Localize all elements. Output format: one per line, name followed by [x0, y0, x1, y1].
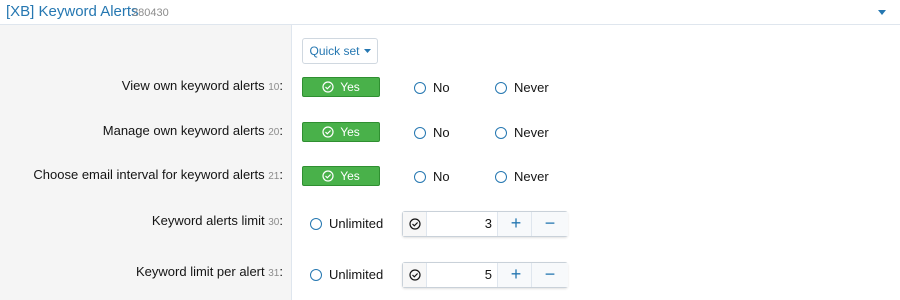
- radio-icon[interactable]: [495, 81, 507, 94]
- keyword-alerts-panel: [XB] Keyword Alerts 280430 View own keyw…: [0, 0, 900, 300]
- radio-icon[interactable]: [414, 126, 426, 139]
- panel-title[interactable]: [XB] Keyword Alerts: [6, 2, 139, 22]
- row-label-view-own: View own keyword alerts 10:: [121, 78, 283, 93]
- radio-icon[interactable]: [310, 217, 322, 230]
- limit-per-alert-stepper[interactable]: 5 + −: [402, 262, 568, 288]
- yes-option-manage-own[interactable]: Yes: [302, 122, 380, 142]
- decrement-button[interactable]: −: [531, 263, 568, 287]
- check-circle-icon: [322, 126, 334, 138]
- no-option-manage-own[interactable]: No: [414, 125, 450, 140]
- row-label-limit-per-alert: Keyword limit per alert 31:: [136, 264, 283, 279]
- labels-column: View own keyword alerts 10: Manage own k…: [0, 25, 292, 300]
- increment-button[interactable]: +: [497, 212, 534, 236]
- alerts-limit-value[interactable]: 3: [427, 212, 497, 236]
- decrement-button[interactable]: −: [531, 212, 568, 236]
- unlimited-option-alerts-limit[interactable]: Unlimited: [310, 216, 383, 231]
- increment-button[interactable]: +: [497, 263, 534, 287]
- collapse-toggle-icon[interactable]: [876, 6, 888, 18]
- radio-icon[interactable]: [310, 268, 322, 281]
- check-circle-icon: [322, 81, 334, 93]
- radio-icon[interactable]: [414, 81, 426, 94]
- check-circle-icon[interactable]: [403, 263, 427, 287]
- row-label-manage-own: Manage own keyword alerts 20:: [102, 123, 283, 138]
- row-label-alerts-limit: Keyword alerts limit 30:: [151, 213, 283, 228]
- panel-header[interactable]: [XB] Keyword Alerts 280430: [0, 0, 900, 25]
- caret-down-icon: [363, 49, 371, 53]
- check-circle-icon: [322, 170, 334, 182]
- yes-option-email-interval[interactable]: Yes: [302, 166, 380, 186]
- quick-set-button[interactable]: Quick set: [302, 38, 378, 64]
- no-option-view-own[interactable]: No: [414, 80, 450, 95]
- quick-set-label: Quick set: [309, 44, 360, 58]
- radio-icon[interactable]: [495, 170, 507, 183]
- check-circle-icon[interactable]: [403, 212, 427, 236]
- row-label-email-interval: Choose email interval for keyword alerts…: [33, 167, 283, 182]
- radio-icon[interactable]: [495, 126, 507, 139]
- yes-option-view-own[interactable]: Yes: [302, 77, 380, 97]
- limit-per-alert-value[interactable]: 5: [427, 263, 497, 287]
- never-option-manage-own[interactable]: Never: [495, 125, 549, 140]
- radio-icon[interactable]: [414, 170, 426, 183]
- never-option-email-interval[interactable]: Never: [495, 169, 549, 184]
- no-option-email-interval[interactable]: No: [414, 169, 450, 184]
- unlimited-option-limit-per-alert[interactable]: Unlimited: [310, 267, 383, 282]
- alerts-limit-stepper[interactable]: 3 + −: [402, 211, 568, 237]
- panel-id: 280430: [132, 7, 169, 19]
- never-option-view-own[interactable]: Never: [495, 80, 549, 95]
